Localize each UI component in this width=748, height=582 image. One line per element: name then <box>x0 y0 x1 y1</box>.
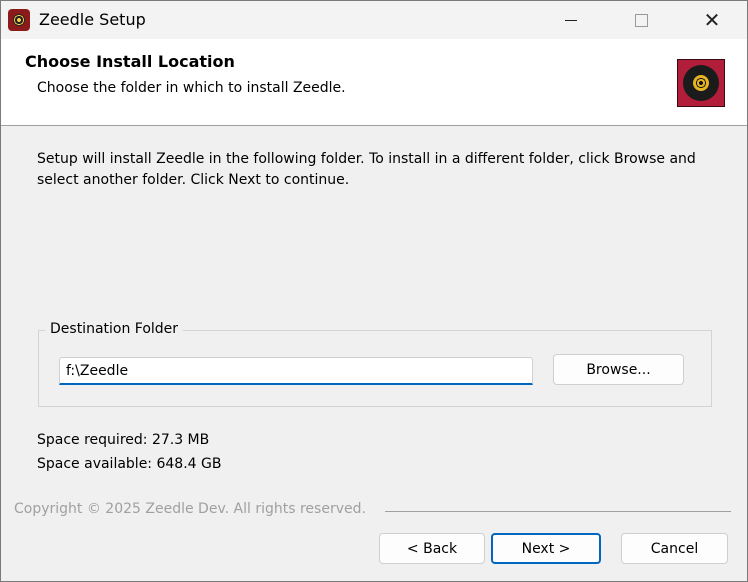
space-available: Space available: 648.4 GB <box>37 456 222 472</box>
vinyl-record-logo <box>677 59 725 107</box>
copyright-text: Copyright © 2025 Zeedle Dev. All rights … <box>14 501 366 517</box>
space-required: Space required: 27.3 MB <box>37 432 210 448</box>
destination-path-input[interactable] <box>59 357 533 385</box>
footer-divider <box>385 511 731 512</box>
title-bar[interactable]: Zeedle Setup ✕ <box>1 1 747 39</box>
page-header: Choose Install Location Choose the folde… <box>1 39 747 126</box>
intro-text: Setup will install Zeedle in the followi… <box>37 151 696 188</box>
back-button[interactable]: < Back <box>379 533 485 564</box>
setup-window: Zeedle Setup ✕ Choose Install Location C… <box>0 0 748 582</box>
cancel-button[interactable]: Cancel <box>621 533 728 564</box>
page-title: Choose Install Location <box>25 52 235 71</box>
maximize-button[interactable] <box>618 1 664 39</box>
destination-folder-label: Destination Folder <box>45 321 184 337</box>
close-icon: ✕ <box>703 8 721 32</box>
zeedle-app-icon <box>8 9 30 31</box>
close-button[interactable]: ✕ <box>689 1 735 39</box>
next-button[interactable]: Next > <box>491 533 601 564</box>
minimize-button[interactable] <box>548 1 594 39</box>
window-title: Zeedle Setup <box>39 10 146 29</box>
maximize-icon <box>634 13 648 27</box>
browse-button[interactable]: Browse... <box>553 354 684 385</box>
page-subtitle: Choose the folder in which to install Ze… <box>37 80 346 96</box>
minimize-icon <box>565 19 577 21</box>
